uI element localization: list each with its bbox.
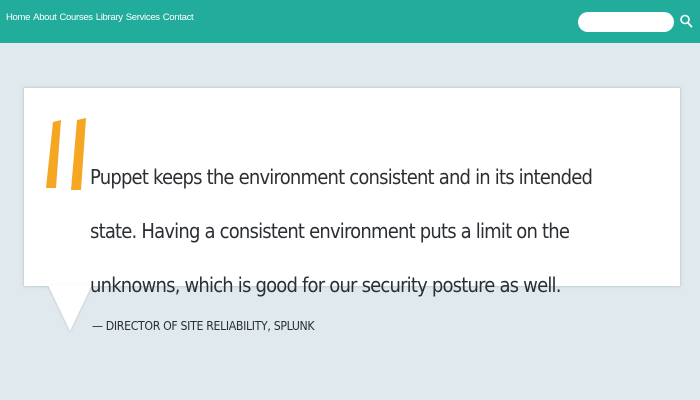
- search-icon[interactable]: [679, 13, 693, 29]
- quote-attribution: — DIRECTOR OF SITE RELIABILITY, SPLUNK: [92, 318, 315, 333]
- nav-link-services[interactable]: Services: [126, 12, 160, 23]
- nav-link-contact[interactable]: Contact: [163, 12, 194, 23]
- search-input[interactable]: [578, 12, 674, 32]
- quote-text: Puppet keeps the environment consistent …: [90, 165, 593, 297]
- nav-links: Home About Courses Library Services Cont…: [6, 12, 194, 23]
- quote-bubble-tail: [48, 285, 92, 331]
- nav-link-library[interactable]: Library: [96, 12, 123, 23]
- quote-mark-icon: [46, 118, 86, 190]
- nav-link-about[interactable]: About: [33, 12, 57, 23]
- nav-link-home[interactable]: Home: [6, 12, 30, 23]
- nav-link-courses[interactable]: Courses: [59, 12, 93, 23]
- top-navbar: Home About Courses Library Services Cont…: [0, 0, 700, 43]
